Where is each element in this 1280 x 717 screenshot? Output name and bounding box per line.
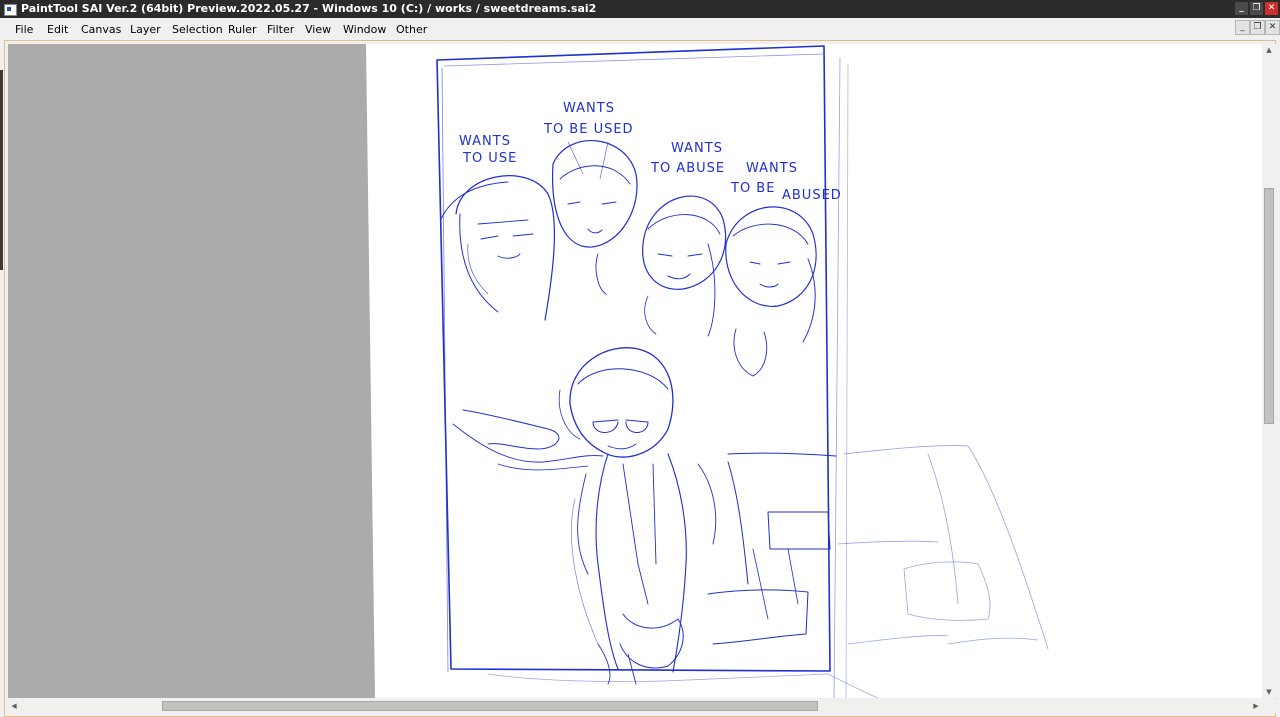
left-dock-edge bbox=[0, 70, 3, 270]
caption-abused: ABUSED bbox=[782, 188, 842, 203]
menu-layer[interactable]: Layer bbox=[130, 23, 161, 36]
app-icon bbox=[4, 4, 17, 16]
window-title: PaintTool SAI Ver.2 (64bit) Preview.2022… bbox=[21, 2, 597, 15]
menu-edit[interactable]: Edit bbox=[47, 23, 68, 36]
menu-other[interactable]: Other bbox=[396, 23, 427, 36]
menu-selection[interactable]: Selection bbox=[172, 23, 223, 36]
scroll-right-arrow-icon[interactable]: ▶ bbox=[1250, 699, 1262, 713]
horizontal-scrollbar[interactable]: ◀ ▶ bbox=[8, 699, 1262, 713]
vertical-scrollbar[interactable]: ▲ ▼ bbox=[1262, 44, 1276, 698]
caption-to-be-used: TO BE USED bbox=[543, 122, 634, 137]
scrollbar-corner bbox=[1262, 699, 1276, 713]
vertical-scroll-thumb[interactable] bbox=[1264, 188, 1274, 424]
title-bar: PaintTool SAI Ver.2 (64bit) Preview.2022… bbox=[0, 0, 1280, 18]
restore-window-button[interactable]: ❐ bbox=[1250, 2, 1263, 15]
menu-filter[interactable]: Filter bbox=[267, 23, 294, 36]
scroll-down-arrow-icon[interactable]: ▼ bbox=[1262, 686, 1276, 698]
document-restore-button[interactable]: ❐ bbox=[1250, 20, 1265, 35]
menu-file[interactable]: File bbox=[15, 23, 33, 36]
canvas-viewport[interactable]: WANTS TO USE WANTS TO BE USED WANTS TO A… bbox=[8, 44, 1262, 698]
caption-to-be: TO BE bbox=[730, 181, 775, 196]
scroll-up-arrow-icon[interactable]: ▲ bbox=[1262, 44, 1276, 56]
scroll-left-arrow-icon[interactable]: ◀ bbox=[8, 699, 20, 713]
caption-wants-2: WANTS bbox=[563, 101, 615, 116]
menu-canvas[interactable]: Canvas bbox=[81, 23, 121, 36]
menu-ruler[interactable]: Ruler bbox=[228, 23, 256, 36]
horizontal-scroll-thumb[interactable] bbox=[162, 701, 818, 711]
menu-window[interactable]: Window bbox=[343, 23, 386, 36]
menu-view[interactable]: View bbox=[305, 23, 331, 36]
minimize-window-button[interactable]: _ bbox=[1235, 2, 1248, 15]
caption-wants-4: WANTS bbox=[746, 161, 798, 176]
canvas[interactable]: WANTS TO USE WANTS TO BE USED WANTS TO A… bbox=[8, 44, 1262, 698]
caption-wants-3: WANTS bbox=[671, 141, 723, 156]
caption-wants-1: WANTS bbox=[459, 134, 511, 149]
document-close-button[interactable]: ✕ bbox=[1265, 20, 1280, 35]
close-window-button[interactable]: ✕ bbox=[1265, 2, 1278, 15]
document-minimize-button[interactable]: _ bbox=[1235, 20, 1250, 35]
menu-bar: File Edit Canvas Layer Selection Ruler F… bbox=[0, 18, 1280, 40]
caption-to-use: TO USE bbox=[462, 151, 517, 166]
caption-to-abuse: TO ABUSE bbox=[650, 161, 725, 176]
